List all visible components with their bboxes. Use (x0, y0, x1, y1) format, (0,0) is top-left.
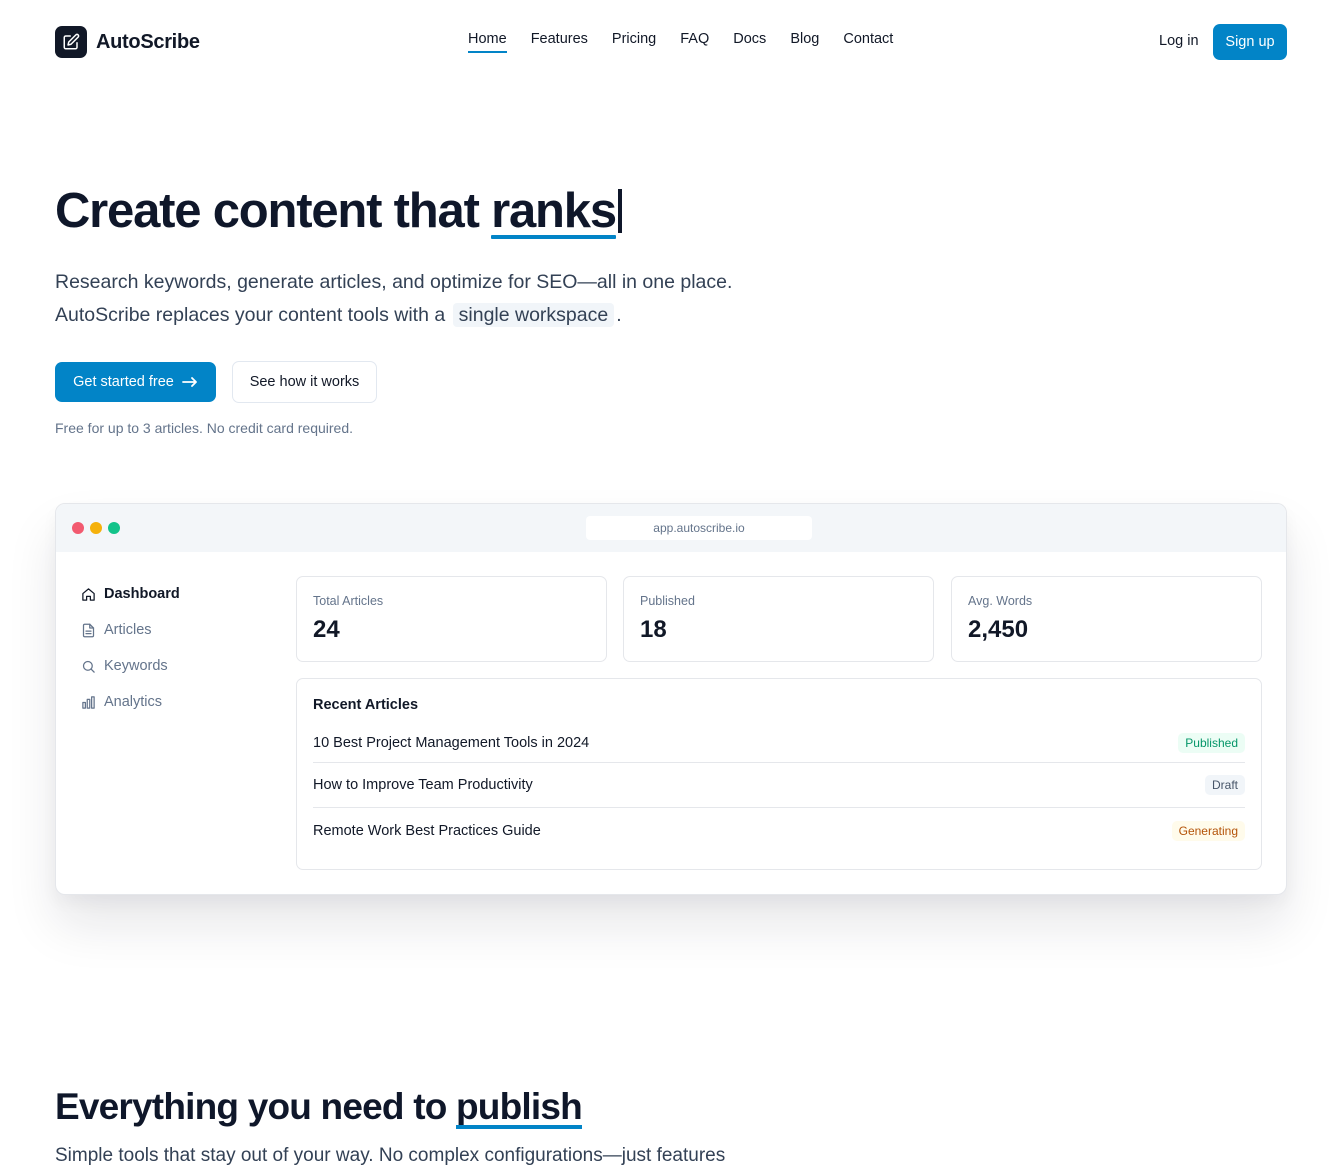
nav-blog[interactable]: Blog (790, 31, 819, 53)
recent-articles-panel: Recent Articles 10 Best Project Manageme… (296, 678, 1262, 870)
nav-faq[interactable]: FAQ (680, 31, 709, 53)
sidebar-item-label: Dashboard (104, 586, 180, 602)
stat-label: Total Articles (313, 594, 384, 608)
nav-home[interactable]: Home (468, 31, 507, 53)
search-icon (80, 658, 96, 674)
brand-name: AutoScribe (96, 30, 200, 53)
recent-articles-title: Recent Articles (313, 697, 419, 713)
window-close-dot (72, 522, 84, 534)
hero-subtitle: Research keywords, generate articles, an… (55, 266, 775, 332)
stat-value: 24 (313, 616, 340, 643)
get-started-label: Get started free (73, 374, 174, 390)
site-header: AutoScribe Home Features Pricing FAQ Doc… (0, 0, 1342, 84)
features-title-prefix: Everything you need to (55, 1086, 456, 1127)
signup-button[interactable]: Sign up (1213, 24, 1287, 60)
features-title: Everything you need to publish (55, 1086, 583, 1129)
status-badge: Generating (1171, 820, 1245, 841)
stat-label: Avg. Words (968, 594, 1033, 608)
login-link[interactable]: Log in (1159, 33, 1199, 49)
hero-subtitle-line1: Research keywords, generate articles, an… (55, 271, 733, 293)
nav-contact[interactable]: Contact (843, 31, 893, 53)
bar-chart-icon (80, 694, 96, 710)
article-title: 10 Best Project Management Tools in 2024 (313, 734, 590, 751)
app-preview-window: app.autoscribe.io Dashboard Articles Key… (55, 503, 1287, 895)
stat-label: Published (640, 594, 695, 608)
features-subtitle: Simple tools that stay out of your way. … (55, 1145, 726, 1166)
hero-fine-print: Free for up to 3 articles. No credit car… (55, 420, 354, 436)
sidebar-item-dashboard[interactable]: Dashboard (80, 576, 180, 612)
brand-logo[interactable]: AutoScribe (55, 26, 200, 58)
window-maximize-dot (108, 522, 120, 534)
window-titlebar: app.autoscribe.io (56, 504, 1286, 552)
stat-card-published: Published 18 (623, 576, 934, 662)
sidebar-item-keywords[interactable]: Keywords (80, 648, 180, 684)
sidebar-item-label: Keywords (104, 658, 168, 674)
hero-subtitle-highlight: single workspace (452, 303, 615, 327)
stat-card-avg-words: Avg. Words 2,450 (951, 576, 1262, 662)
preview-sidebar: Dashboard Articles Keywords Analytics (80, 576, 180, 720)
home-icon (80, 586, 96, 602)
document-icon (80, 622, 96, 638)
sidebar-item-analytics[interactable]: Analytics (80, 684, 180, 720)
list-item[interactable]: Remote Work Best Practices Guide Generat… (313, 808, 1245, 853)
stat-card-total-articles: Total Articles 24 (296, 576, 607, 662)
status-badge: Draft (1204, 775, 1245, 795)
sidebar-item-label: Analytics (104, 694, 163, 710)
hero-subtitle-line2: AutoScribe replaces your content tools w… (55, 299, 775, 332)
arrow-right-icon (181, 377, 197, 387)
hero-title: Create content that ranks (55, 183, 622, 239)
stat-value: 18 (640, 616, 667, 643)
see-how-it-works-button[interactable]: See how it works (232, 361, 377, 403)
main-nav: Home Features Pricing FAQ Docs Blog Cont… (468, 31, 893, 53)
list-item[interactable]: How to Improve Team Productivity Draft (313, 763, 1245, 808)
nav-docs[interactable]: Docs (733, 31, 766, 53)
hero-subtitle-line2-suffix: . (616, 304, 622, 326)
hero-subtitle-line2-prefix: AutoScribe replaces your content tools w… (55, 304, 446, 326)
features-title-accent: publish (456, 1086, 583, 1129)
sidebar-item-articles[interactable]: Articles (80, 612, 180, 648)
nav-pricing[interactable]: Pricing (612, 31, 656, 53)
see-how-it-works-label: See how it works (249, 374, 360, 390)
get-started-button[interactable]: Get started free (55, 362, 216, 402)
article-title: Remote Work Best Practices Guide (313, 822, 541, 839)
window-minimize-dot (90, 522, 102, 534)
hero-title-accent: ranks (491, 184, 617, 239)
article-title: How to Improve Team Productivity (313, 777, 533, 793)
sidebar-item-label: Articles (104, 622, 152, 638)
typing-cursor (617, 189, 622, 233)
hero-title-prefix: Create content that (55, 184, 492, 238)
stat-value: 2,450 (968, 616, 1029, 643)
pencil-square-icon (55, 26, 87, 58)
list-item[interactable]: 10 Best Project Management Tools in 2024… (313, 723, 1245, 763)
nav-features[interactable]: Features (531, 31, 588, 53)
address-bar: app.autoscribe.io (586, 516, 812, 540)
status-badge: Published (1178, 732, 1245, 753)
